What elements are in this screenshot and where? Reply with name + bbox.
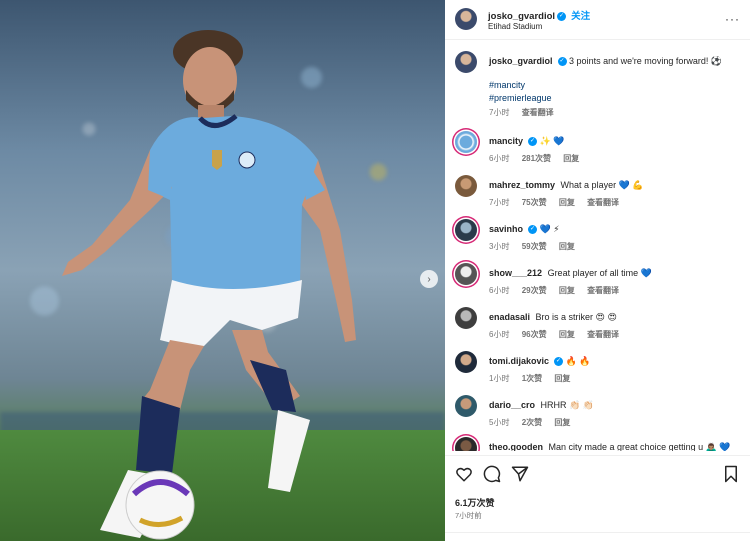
reply-button[interactable]: 回复 — [554, 374, 570, 383]
bookmark-icon[interactable] — [722, 465, 740, 483]
add-comment-area[interactable] — [445, 532, 750, 541]
comment-text: HRHR 👏🏻 👏🏻 — [540, 400, 594, 410]
send-icon[interactable] — [511, 465, 529, 483]
avatar[interactable] — [455, 131, 477, 153]
comment-time: 6小时 — [489, 330, 510, 339]
comment-username[interactable]: mancity — [489, 136, 523, 146]
comment-text: Bro is a striker 😍 😍 — [535, 312, 617, 322]
reply-button[interactable]: 回复 — [559, 286, 575, 295]
verified-badge-icon: ✓ — [554, 357, 564, 367]
comment-likes[interactable]: 2次赞 — [522, 418, 542, 427]
comment-username[interactable]: dario__cro — [489, 400, 535, 410]
comment-likes[interactable]: 281次赞 — [522, 154, 551, 163]
verified-badge-icon: ✓ — [528, 225, 538, 235]
hashtag-link[interactable]: #premierleague — [489, 92, 552, 105]
follow-button[interactable]: 关注 — [571, 11, 590, 22]
post-header: josko_gvardiol ✓ 关注 Etihad Stadium ··· — [445, 0, 750, 40]
player-illustration — [62, 30, 356, 540]
heart-icon[interactable] — [455, 465, 473, 483]
avatar[interactable] — [455, 51, 477, 73]
post-actions: 6.1万次赞 7小时前 — [445, 455, 750, 541]
translate-link[interactable]: 查看翻译 — [587, 330, 619, 339]
avatar[interactable] — [455, 175, 477, 197]
comment-likes[interactable]: 96次赞 — [522, 330, 547, 339]
translate-link[interactable]: 查看翻译 — [522, 108, 554, 117]
instagram-post-window: › josko_gvardiol ✓ 关注 Etihad Stadium ··· j… — [0, 0, 750, 541]
comment-time: 1小时 — [489, 374, 510, 383]
comment-likes[interactable]: 1次赞 — [522, 374, 542, 383]
comment-time: 7小时 — [489, 198, 510, 207]
more-icon[interactable]: ··· — [725, 12, 740, 26]
avatar[interactable] — [455, 437, 477, 451]
comment-time: 7小时 — [489, 108, 510, 117]
hashtag-link[interactable]: #mancity — [489, 79, 552, 92]
comment-time: 6小时 — [489, 154, 510, 163]
location-link[interactable]: Etihad Stadium — [488, 22, 542, 31]
comment-time: 3小时 — [489, 242, 510, 251]
reply-button[interactable]: 回复 — [554, 418, 570, 427]
comment-time: 5小时 — [489, 418, 510, 427]
comment-username[interactable]: show___212 — [489, 268, 542, 278]
comment-username[interactable]: enadasali — [489, 312, 530, 322]
comment-time: 6小时 — [489, 286, 510, 295]
translate-link[interactable]: 查看翻译 — [587, 198, 619, 207]
comment-text: Great player of all time 💙 — [547, 268, 652, 278]
translate-link[interactable]: 查看翻译 — [587, 286, 619, 295]
comment-username[interactable]: mahrez_tommy — [489, 180, 555, 190]
avatar[interactable] — [455, 395, 477, 417]
comments-feed[interactable]: josko_gvardiol ✓ 3 points and we're movin… — [445, 41, 750, 451]
verified-badge-icon: ✓ — [557, 57, 567, 67]
reply-button[interactable]: 回复 — [559, 242, 575, 251]
avatar[interactable] — [455, 351, 477, 373]
comment-username[interactable]: tomi.dijakovic — [489, 356, 549, 366]
avatar[interactable] — [455, 8, 477, 30]
comment-likes[interactable]: 59次赞 — [522, 242, 547, 251]
reply-button[interactable]: 回复 — [563, 154, 579, 163]
avatar[interactable] — [455, 307, 477, 329]
post-photo[interactable]: › — [0, 0, 445, 541]
caption-text: 3 points and we're moving forward! ⚽ — [569, 56, 723, 66]
reply-button[interactable]: 回复 — [559, 198, 575, 207]
comment-username[interactable]: savinho — [489, 224, 523, 234]
comment-text: What a player 💙 💪 — [560, 180, 644, 190]
likes-count[interactable]: 6.1万次赞 — [455, 496, 495, 509]
comment-text: Man city made a great choice getting u 🙇… — [548, 442, 731, 451]
comment-username[interactable]: theo.gooden — [489, 442, 543, 451]
chevron-right-icon[interactable]: › — [420, 270, 438, 288]
header-username[interactable]: josko_gvardiol — [488, 11, 555, 22]
comment-text: 🔥 🔥 — [565, 356, 591, 366]
comment-text: 💙 ⚡ — [539, 224, 560, 234]
comment-text: ✨ 💙 — [539, 136, 565, 146]
avatar[interactable] — [455, 263, 477, 285]
comment-icon[interactable] — [483, 465, 501, 483]
reply-button[interactable]: 回复 — [559, 330, 575, 339]
verified-badge-icon: ✓ — [557, 11, 567, 21]
verified-badge-icon: ✓ — [528, 137, 538, 147]
avatar[interactable] — [455, 219, 477, 241]
posted-time: 7小时前 — [455, 511, 482, 520]
comment-likes[interactable]: 75次赞 — [522, 198, 547, 207]
post-side-panel: josko_gvardiol ✓ 关注 Etihad Stadium ··· jos… — [445, 0, 750, 541]
caption-username[interactable]: josko_gvardiol — [489, 56, 553, 66]
comment-likes[interactable]: 29次赞 — [522, 286, 547, 295]
